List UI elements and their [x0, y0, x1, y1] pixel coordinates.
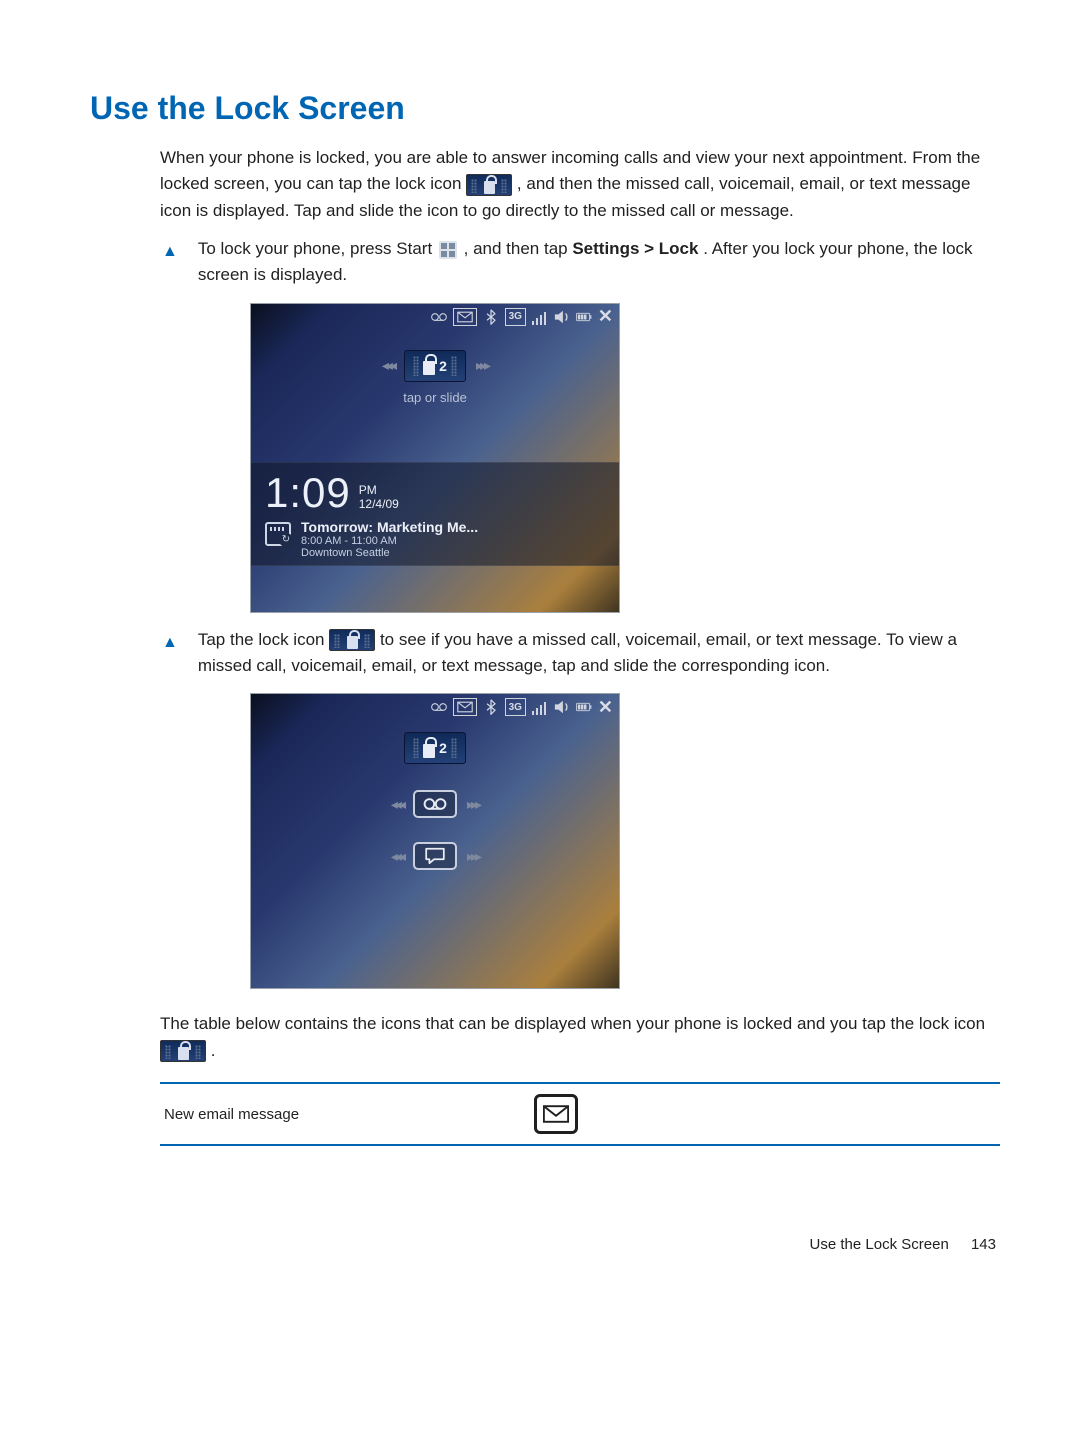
- battery-status-icon: [576, 698, 592, 716]
- chevrons-left-icon: ◂◂◂: [391, 796, 403, 813]
- envelope-status-icon: [453, 308, 477, 326]
- battery-status-icon: [576, 308, 592, 326]
- clock-appointment-band: 1:09 PM 12/4/09 Tomorrow: Marketing Me..…: [251, 462, 619, 566]
- screenshot-lock-screen-clock: 3G ✕ ◂◂◂ 2 ▸▸▸ tap or slide: [250, 303, 620, 613]
- table-intro-pre: The table below contains the icons that …: [160, 1014, 985, 1033]
- lock-slider-button[interactable]: 2: [404, 350, 466, 382]
- lock-slider-button[interactable]: 2: [404, 732, 466, 764]
- appointment-title: Tomorrow: Marketing Me...: [301, 519, 478, 535]
- table-intro-post: .: [211, 1041, 216, 1060]
- table-rule-bottom: [160, 1144, 1000, 1146]
- step1-bold: Settings > Lock: [572, 239, 698, 258]
- table-intro: The table below contains the icons that …: [160, 1011, 1000, 1064]
- appointment-location: Downtown Seattle: [301, 547, 478, 559]
- calendar-recurring-icon: [265, 522, 291, 546]
- sms-slider-button[interactable]: [413, 842, 457, 870]
- voicemail-status-icon: [431, 308, 447, 326]
- voicemail-slider-button[interactable]: [413, 790, 457, 818]
- step1-mid: , and then tap: [464, 239, 573, 258]
- lock-badge-count: 2: [439, 358, 447, 374]
- lock-pill-static: 2: [251, 732, 619, 764]
- lock-icon: [423, 744, 435, 758]
- step1-pre: To lock your phone, press Start: [198, 239, 437, 258]
- clock-time: 1:09: [265, 469, 351, 517]
- chevrons-right-icon: ▸▸▸: [476, 357, 488, 374]
- volume-status-icon: [554, 698, 570, 716]
- icon-row-label: New email message: [164, 1106, 514, 1123]
- lock-slider: ◂◂◂ 2 ▸▸▸: [251, 350, 619, 382]
- screenshot-lock-screen-notifications: 3G ✕ 2 ◂◂◂ ▸▸▸: [250, 693, 620, 989]
- voicemail-slider: ◂◂◂ ▸▸▸: [251, 790, 619, 818]
- clock-date: 12/4/09: [359, 498, 399, 511]
- envelope-status-icon: [453, 698, 477, 716]
- footer-section-title: Use the Lock Screen: [810, 1236, 949, 1253]
- lock-icon: [160, 1040, 206, 1062]
- appointment-time: 8:00 AM - 11:00 AM: [301, 535, 478, 547]
- email-icon: [534, 1094, 578, 1134]
- status-bar: 3G ✕: [251, 694, 619, 720]
- table-row: New email message: [160, 1084, 1000, 1144]
- clock-ampm: PM: [359, 484, 399, 497]
- lock-icon: [466, 174, 512, 196]
- chevrons-left-icon: ◂◂◂: [382, 357, 394, 374]
- chevrons-right-icon: ▸▸▸: [467, 796, 479, 813]
- step-2: ▲ Tap the lock icon to see if you have a…: [162, 627, 1000, 680]
- chevrons-left-icon: ◂◂◂: [391, 848, 403, 865]
- icon-table: New email message: [160, 1082, 1000, 1146]
- start-icon: [439, 241, 457, 259]
- bluetooth-status-icon: [483, 308, 499, 326]
- step2-pre: Tap the lock icon: [198, 630, 329, 649]
- network-3g-status-icon: 3G: [505, 698, 526, 716]
- sms-slider: ◂◂◂ ▸▸▸: [251, 842, 619, 870]
- volume-status-icon: [554, 308, 570, 326]
- signal-bars-status-icon: [532, 308, 548, 326]
- voicemail-status-icon: [431, 698, 447, 716]
- page-number: 143: [971, 1236, 996, 1253]
- status-bar: 3G ✕: [251, 304, 619, 330]
- triangle-bullet-icon: ▲: [162, 631, 178, 656]
- slider-hint: tap or slide: [251, 390, 619, 405]
- signal-bars-status-icon: [532, 698, 548, 716]
- lock-icon: [329, 629, 375, 651]
- triangle-bullet-icon: ▲: [162, 240, 178, 265]
- lock-badge-count: 2: [439, 740, 447, 756]
- network-3g-status-icon: 3G: [505, 308, 526, 326]
- intro-paragraph: When your phone is locked, you are able …: [160, 145, 1000, 224]
- document-page: Use the Lock Screen When your phone is l…: [0, 0, 1080, 1293]
- lock-icon: [423, 361, 435, 375]
- close-status-icon: ✕: [598, 698, 613, 716]
- step-1: ▲ To lock your phone, press Start , and …: [162, 236, 1000, 289]
- page-footer: Use the Lock Screen 143: [90, 1236, 1000, 1253]
- chevrons-right-icon: ▸▸▸: [467, 848, 479, 865]
- page-heading: Use the Lock Screen: [90, 90, 1000, 127]
- close-status-icon: ✕: [598, 308, 613, 326]
- bluetooth-status-icon: [483, 698, 499, 716]
